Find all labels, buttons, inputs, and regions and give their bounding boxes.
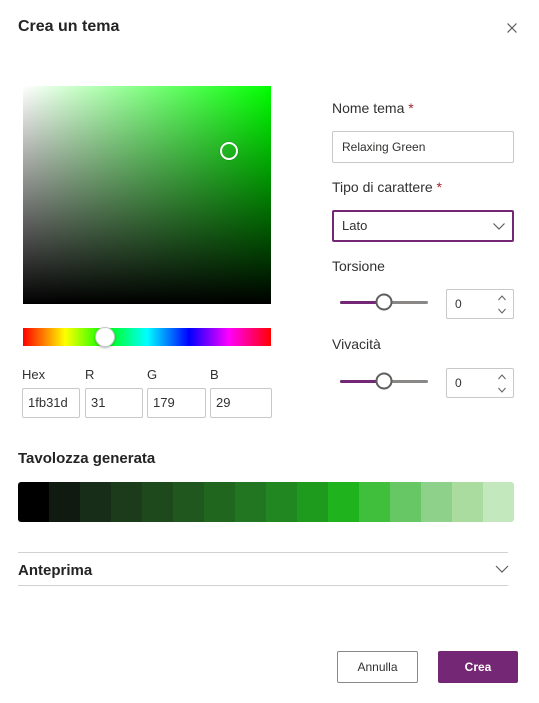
torsion-increment-button[interactable] (495, 293, 509, 305)
palette-swatch (266, 482, 297, 522)
palette-swatch (111, 482, 142, 522)
hex-input[interactable]: 1fb31d (22, 388, 80, 418)
r-input[interactable]: 31 (85, 388, 143, 418)
chevron-down-icon (492, 219, 506, 233)
chevron-up-icon (498, 295, 506, 301)
hex-label: Hex (22, 367, 46, 382)
palette-swatch (142, 482, 173, 522)
theme-name-label-text: Nome tema (332, 100, 405, 116)
hue-slider[interactable] (23, 327, 271, 347)
palette-swatch (390, 482, 421, 522)
color-saturation-area[interactable] (23, 86, 271, 304)
vividness-spinbutton[interactable]: 0 (446, 368, 514, 398)
palette-swatch (18, 482, 49, 522)
generated-palette (18, 482, 514, 522)
dialog-title: Crea un tema (18, 18, 120, 35)
divider (18, 585, 508, 586)
torsion-slider[interactable] (340, 292, 428, 312)
palette-swatch (483, 482, 514, 522)
divider (18, 552, 508, 553)
create-button[interactable]: Crea (438, 651, 518, 683)
theme-name-input[interactable]: Relaxing Green (332, 131, 514, 163)
palette-title: Tavolozza generata (18, 450, 156, 467)
palette-swatch (297, 482, 328, 522)
palette-swatch (173, 482, 204, 522)
g-input[interactable]: 179 (147, 388, 206, 418)
font-type-label: Tipo di carattere * (332, 179, 442, 195)
preview-accordion-title[interactable]: Anteprima (18, 562, 92, 579)
b-input[interactable]: 29 (210, 388, 272, 418)
vividness-label: Vivacità (332, 336, 381, 352)
torsion-arrows (495, 292, 509, 316)
color-area-thumb[interactable] (219, 142, 238, 161)
vividness-increment-button[interactable] (495, 372, 509, 384)
chevron-down-icon (498, 308, 506, 314)
palette-swatch (421, 482, 452, 522)
torsion-label: Torsione (332, 258, 385, 274)
palette-swatch (204, 482, 235, 522)
chevron-down-icon (498, 387, 506, 393)
close-button[interactable] (502, 18, 522, 38)
close-icon (507, 23, 517, 33)
preview-expand-button[interactable] (494, 561, 510, 577)
vividness-slider[interactable] (340, 371, 428, 391)
required-mark: * (436, 179, 442, 195)
r-label: R (85, 367, 95, 382)
palette-swatch (80, 482, 111, 522)
torsion-slider-thumb[interactable] (375, 293, 393, 311)
torsion-spinbutton[interactable]: 0 (446, 289, 514, 319)
font-type-label-text: Tipo di carattere (332, 179, 433, 195)
cancel-button[interactable]: Annulla (337, 651, 418, 683)
vividness-value: 0 (455, 376, 462, 390)
torsion-value: 0 (455, 297, 462, 311)
font-type-dropdown[interactable]: Lato (332, 210, 514, 242)
required-mark: * (408, 100, 414, 116)
torsion-decrement-button[interactable] (495, 306, 509, 318)
create-theme-dialog: Crea un tema Hex R G B 1fb31d 31 179 29 … (0, 0, 539, 703)
palette-swatch (452, 482, 483, 522)
palette-swatch (49, 482, 80, 522)
theme-name-label: Nome tema * (332, 100, 414, 116)
hue-slider-thumb[interactable] (94, 327, 115, 347)
vividness-slider-thumb[interactable] (375, 372, 393, 390)
b-label: B (210, 367, 219, 382)
chevron-up-icon (498, 374, 506, 380)
palette-swatch (359, 482, 390, 522)
vividness-arrows (495, 371, 509, 395)
font-type-selected: Lato (342, 218, 368, 233)
palette-swatch (235, 482, 266, 522)
g-label: G (147, 367, 158, 382)
palette-swatch (328, 482, 359, 522)
chevron-down-icon (495, 565, 509, 573)
vividness-decrement-button[interactable] (495, 385, 509, 397)
